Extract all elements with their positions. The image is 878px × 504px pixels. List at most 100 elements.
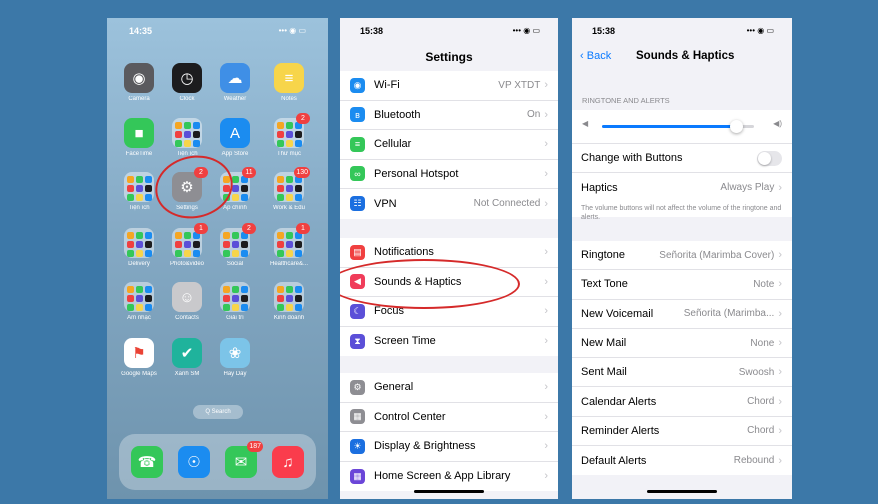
app-icon[interactable]: ◷ Clock	[165, 63, 209, 102]
app-label: Delivery	[128, 261, 150, 267]
app-label: Photo&video	[169, 261, 205, 267]
folder-icon	[274, 282, 304, 312]
settings-row-value: Not Connected	[473, 198, 541, 210]
app-icon[interactable]: ■ FaceTime	[117, 118, 161, 157]
app-icon[interactable]: ◉ Camera	[117, 63, 161, 102]
app-icon[interactable]: ≡ Notes	[267, 63, 311, 102]
settings-row[interactable]: ▦ Control Center ›	[340, 403, 558, 432]
page-title: Settings	[425, 50, 473, 64]
settings-row[interactable]: ☷ VPN Not Connected ›	[340, 189, 558, 219]
alert-tone-row[interactable]: Reminder Alerts Chord ›	[572, 417, 792, 447]
alert-tone-label: Ringtone	[581, 249, 626, 262]
folder-icon	[172, 118, 202, 148]
app-icon[interactable]: Delivery	[117, 228, 161, 267]
app-icon[interactable]: 1 Photo&video	[165, 223, 209, 267]
alert-tones-group: Ringtone Señorita (Marimba Cover) › Text To…	[572, 241, 792, 476]
settings-row-icon: ▦	[350, 409, 365, 425]
folder-icon	[220, 282, 250, 312]
folder-icon: 2	[274, 113, 310, 148]
highlight-circle	[149, 148, 239, 226]
settings-row-label: VPN	[374, 197, 397, 210]
notification-badge: 1	[194, 223, 208, 234]
notification-badge: 2	[296, 113, 310, 124]
app-icon[interactable]: Âm nhạc	[117, 282, 161, 321]
app-icon[interactable]: 2 Social	[213, 223, 257, 267]
chevron-right-icon: ›	[778, 278, 782, 291]
app-icon[interactable]: Giải trí	[213, 282, 257, 321]
chevron-right-icon: ›	[778, 454, 782, 467]
app-icon[interactable]: ☁ Weather	[213, 63, 257, 102]
alert-tone-row[interactable]: New Voicemail Señorita (Marimba... ›	[572, 300, 792, 329]
settings-row-label: Notifications	[374, 246, 434, 259]
app-icon[interactable]: ✔ Xanh SM	[165, 338, 209, 377]
app-glyph-icon: ♫	[272, 446, 304, 478]
notification-badge: 130	[294, 167, 310, 178]
alert-tone-row[interactable]: Default Alerts Rebound ›	[572, 446, 792, 475]
app-icon[interactable]: 1 Healthcare&...	[267, 223, 311, 267]
settings-row[interactable]: ☀ Display & Brightness ›	[340, 432, 558, 462]
alert-tone-label: Sent Mail	[581, 366, 627, 379]
app-icon[interactable]: ❀ Hay Day	[213, 338, 257, 377]
settings-row[interactable]: ▦ Home Screen & App Library ›	[340, 462, 558, 492]
dock-app-icon[interactable]: ☎	[125, 446, 169, 478]
volume-footnote: The volume buttons will not affect the v…	[581, 205, 782, 221]
app-icon[interactable]: A App Store	[213, 118, 257, 157]
app-glyph-icon: ≡	[274, 63, 304, 93]
alert-tone-row[interactable]: Calendar Alerts Chord ›	[572, 387, 792, 417]
chevron-right-icon: ›	[544, 335, 548, 348]
settings-row-icon: ∞	[350, 166, 365, 182]
volume-knob[interactable]	[729, 120, 743, 133]
status-time: 15:38	[592, 26, 616, 36]
app-glyph-icon: ☉	[178, 446, 210, 478]
alert-tone-value: Señorita (Marimba Cover)	[659, 249, 775, 261]
haptics-row[interactable]: Haptics Always Play ›	[572, 173, 792, 202]
app-glyph-icon: ◷	[172, 63, 202, 93]
settings-row[interactable]: ≡ Cellular ›	[340, 130, 558, 160]
back-button[interactable]: ‹ Back	[580, 50, 611, 62]
home-search-button[interactable]: Q Search	[193, 405, 243, 419]
app-icon[interactable]: ☺ Contacts	[165, 282, 209, 321]
settings-row[interactable]: ∞ Personal Hotspot ›	[340, 160, 558, 189]
app-icon[interactable]: ⚑ Google Maps	[117, 338, 161, 377]
alert-tone-row[interactable]: New Mail None ›	[572, 329, 792, 359]
settings-row-icon: ◉	[350, 77, 365, 93]
chevron-right-icon: ›	[778, 181, 782, 194]
alert-tone-label: Calendar Alerts	[581, 395, 657, 408]
folder-icon	[124, 172, 154, 202]
settings-row[interactable]: ʙ Bluetooth On ›	[340, 101, 558, 130]
folder-icon: 2	[220, 223, 256, 258]
chevron-right-icon: ›	[544, 381, 548, 394]
app-icon[interactable]: Kinh doanh	[267, 282, 311, 321]
dock-app-icon[interactable]: ☉	[172, 446, 216, 478]
status-icons: ••• ◉ ▭	[278, 26, 306, 35]
chevron-right-icon: ›	[544, 108, 548, 121]
settings-row-icon: ʙ	[350, 107, 365, 123]
volume-row: ◀ ◀)	[572, 110, 792, 144]
change-with-buttons-toggle[interactable]	[757, 150, 782, 166]
settings-row[interactable]: ⧗ Screen Time ›	[340, 327, 558, 357]
status-time: 15:38	[360, 26, 384, 36]
status-icons: ••• ◉ ▭	[746, 26, 774, 35]
app-icon[interactable]: 2 Thư mục	[267, 113, 311, 157]
chevron-right-icon: ›	[544, 79, 548, 92]
app-label: Notes	[281, 96, 297, 102]
settings-row[interactable]: ◉ Wi-Fi VP XTDT ›	[340, 71, 558, 101]
settings-row[interactable]: ⚙ General ›	[340, 373, 558, 403]
chevron-right-icon: ›	[544, 470, 548, 483]
app-glyph-icon: ☺	[172, 282, 202, 312]
dock-app-icon[interactable]: ♫	[266, 446, 310, 478]
app-label: Weather	[223, 96, 247, 102]
notification-badge: 187	[247, 441, 263, 452]
dock-app-icon[interactable]: ✉ 187	[219, 441, 263, 478]
folder-icon	[124, 228, 154, 258]
app-icon[interactable]: 130 Work & Edu	[267, 167, 311, 211]
notification-badge: 1	[296, 223, 310, 234]
alert-tone-row[interactable]: Ringtone Señorita (Marimba Cover) ›	[572, 241, 792, 271]
settings-row-icon: ☷	[350, 196, 365, 212]
volume-slider[interactable]	[602, 120, 754, 133]
alert-tone-row[interactable]: Sent Mail Swoosh ›	[572, 358, 792, 388]
alert-tone-row[interactable]: Text Tone Note ›	[572, 270, 792, 300]
app-icon[interactable]: Tiện ích	[165, 118, 209, 157]
status-icons: ••• ◉ ▭	[512, 26, 540, 35]
chevron-right-icon: ›	[778, 337, 782, 350]
